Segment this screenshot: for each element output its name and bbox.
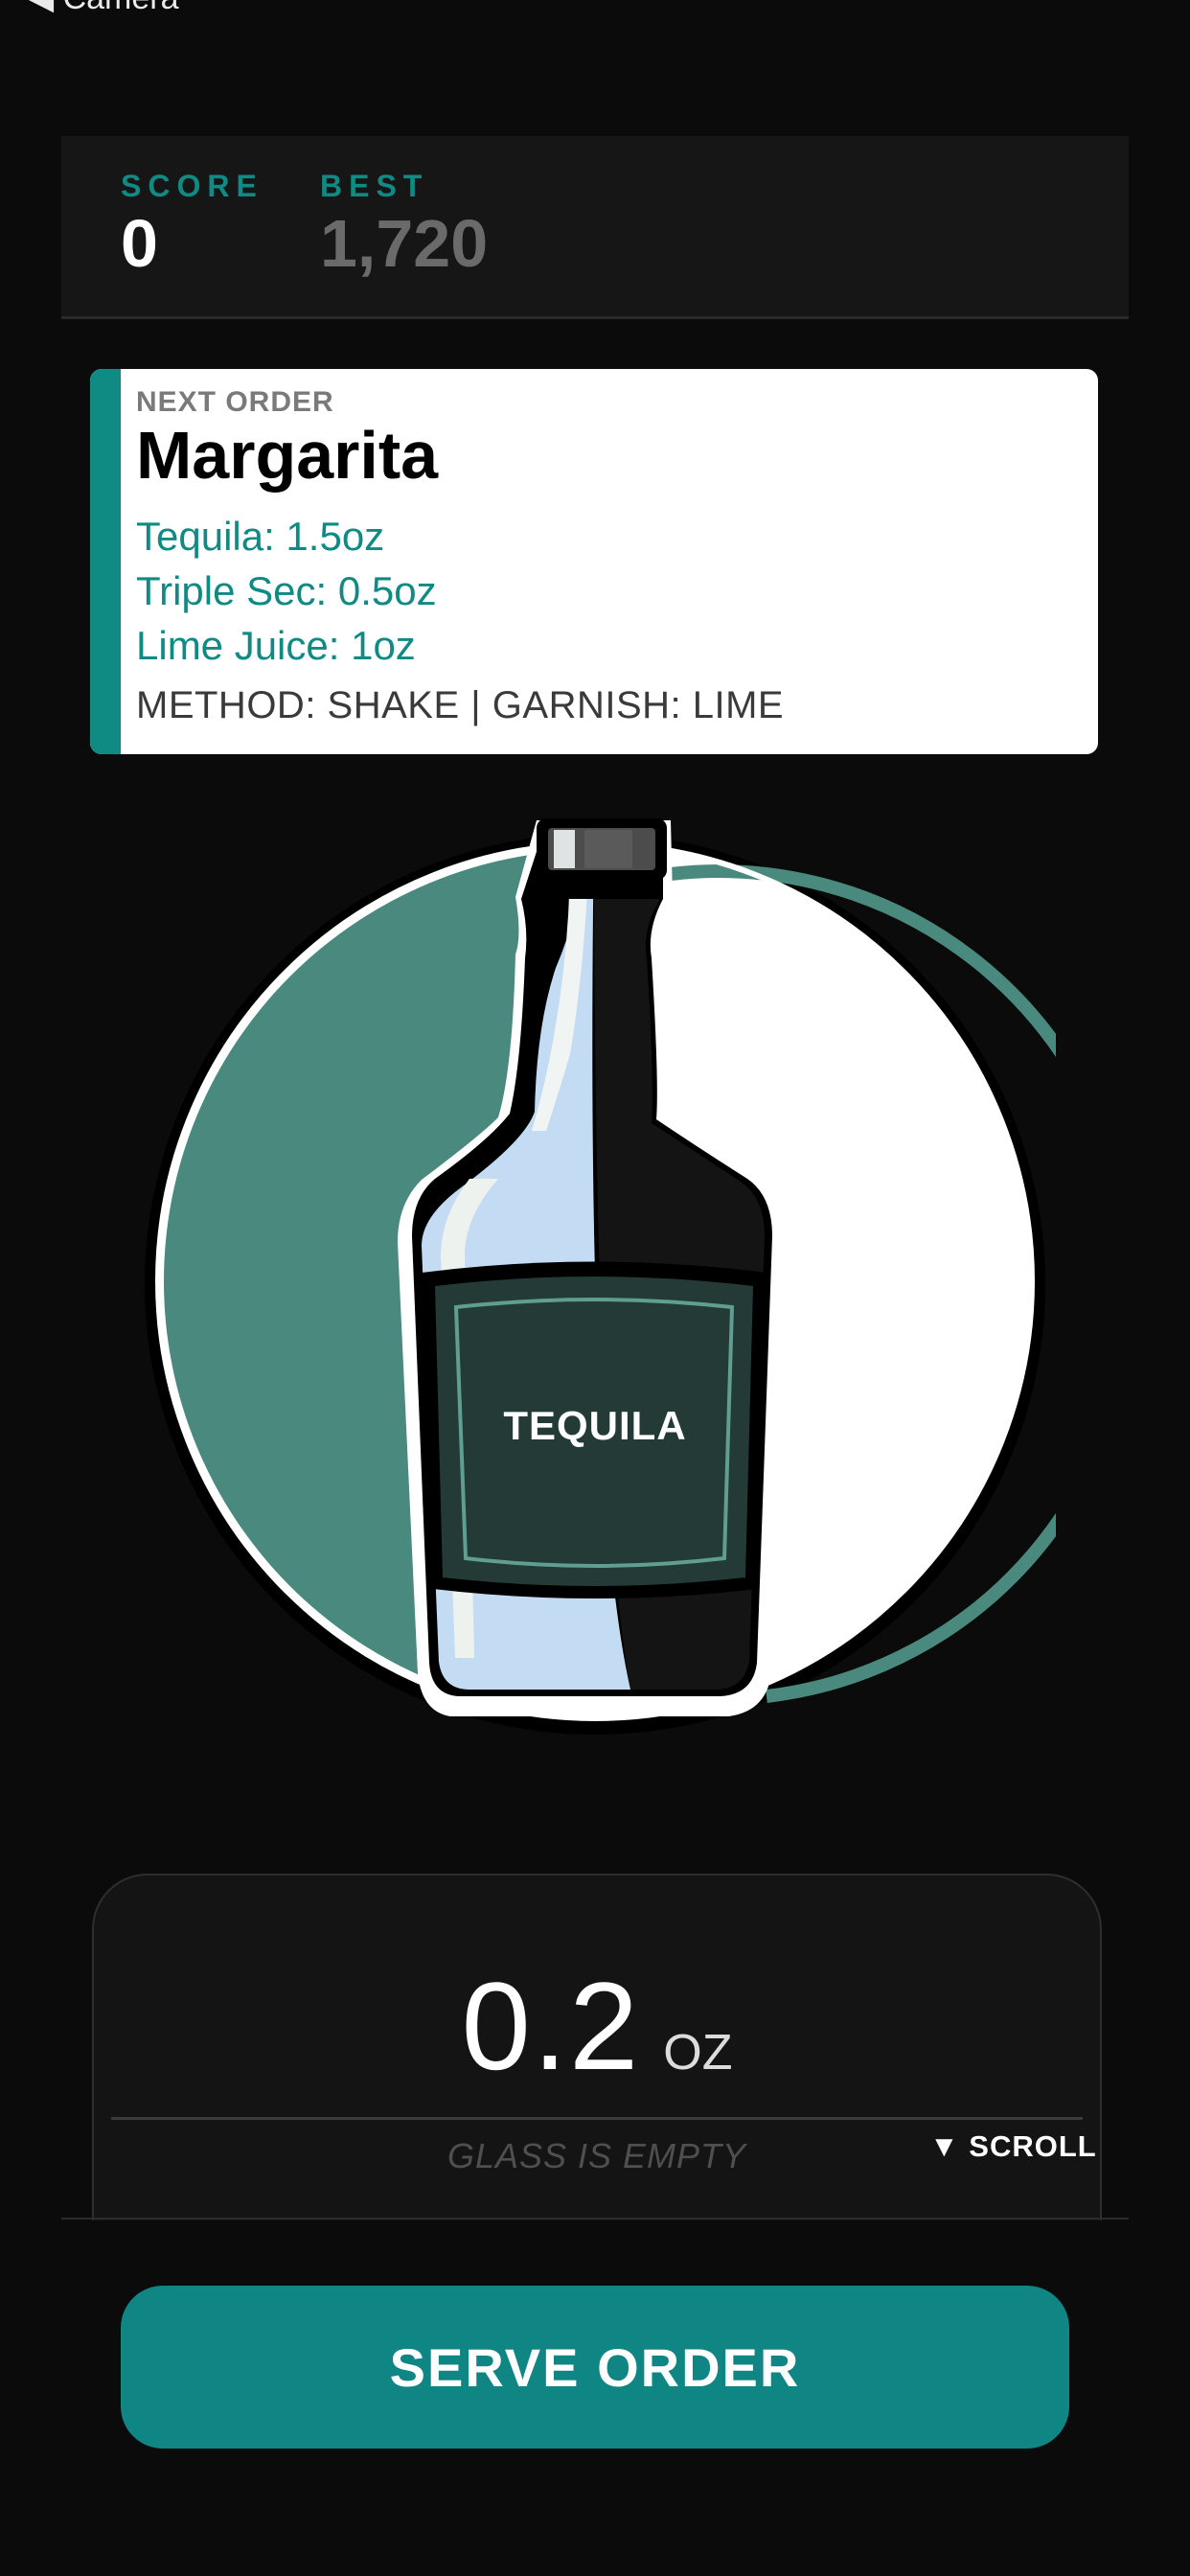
bottle-pour-target[interactable]: TEQUILA: [134, 815, 1056, 1773]
score-value: 0: [121, 206, 158, 281]
order-method: METHOD: SHAKE | GARNISH: LIME: [136, 683, 785, 726]
score-block: SCORE 0: [121, 169, 263, 277]
order-card: NEXT ORDER Margarita Tequila: 1.5oz Trip…: [90, 369, 1098, 754]
scoreboard: SCORE 0 BEST 1,720: [61, 136, 1129, 319]
ingredient-item: Triple Sec: 0.5oz: [136, 567, 437, 613]
game-screen: ◀ Camera SCORE 0 BEST 1,720 NEXT ORDER M…: [0, 0, 1190, 2576]
best-label: BEST: [320, 169, 429, 203]
serve-order-button[interactable]: SERVE ORDER: [121, 2286, 1069, 2449]
scroll-hint[interactable]: ▼ SCROLL: [929, 2129, 1097, 2164]
pour-amount-display: 0.2 OZ: [94, 1954, 1100, 2098]
bottom-divider: [61, 2218, 1129, 2220]
tequila-bottle-icon[interactable]: TEQUILA: [134, 815, 1056, 1773]
best-value: 1,720: [320, 206, 489, 281]
ingredient-item: Lime Juice: 1oz: [136, 622, 416, 668]
best-block: BEST 1,720: [320, 169, 488, 277]
pour-unit: OZ: [663, 2025, 733, 2081]
order-card-accent: [90, 369, 121, 754]
pour-amount: 0.2: [461, 1956, 641, 2096]
bottle-label: TEQUILA: [503, 1403, 686, 1448]
score-label: SCORE: [121, 169, 263, 203]
pour-meter[interactable]: 0.2 OZ GLASS IS EMPTY: [92, 1874, 1102, 2220]
back-to-camera-link[interactable]: ◀ Camera: [29, 0, 179, 17]
order-title: Margarita: [136, 418, 439, 493]
ingredient-item: Tequila: 1.5oz: [136, 513, 385, 559]
order-label: NEXT ORDER: [136, 386, 334, 418]
ingredient-list: Tequila: 1.5oz Triple Sec: 0.5oz Lime Ju…: [136, 509, 1079, 673]
pour-divider: [111, 2117, 1083, 2120]
